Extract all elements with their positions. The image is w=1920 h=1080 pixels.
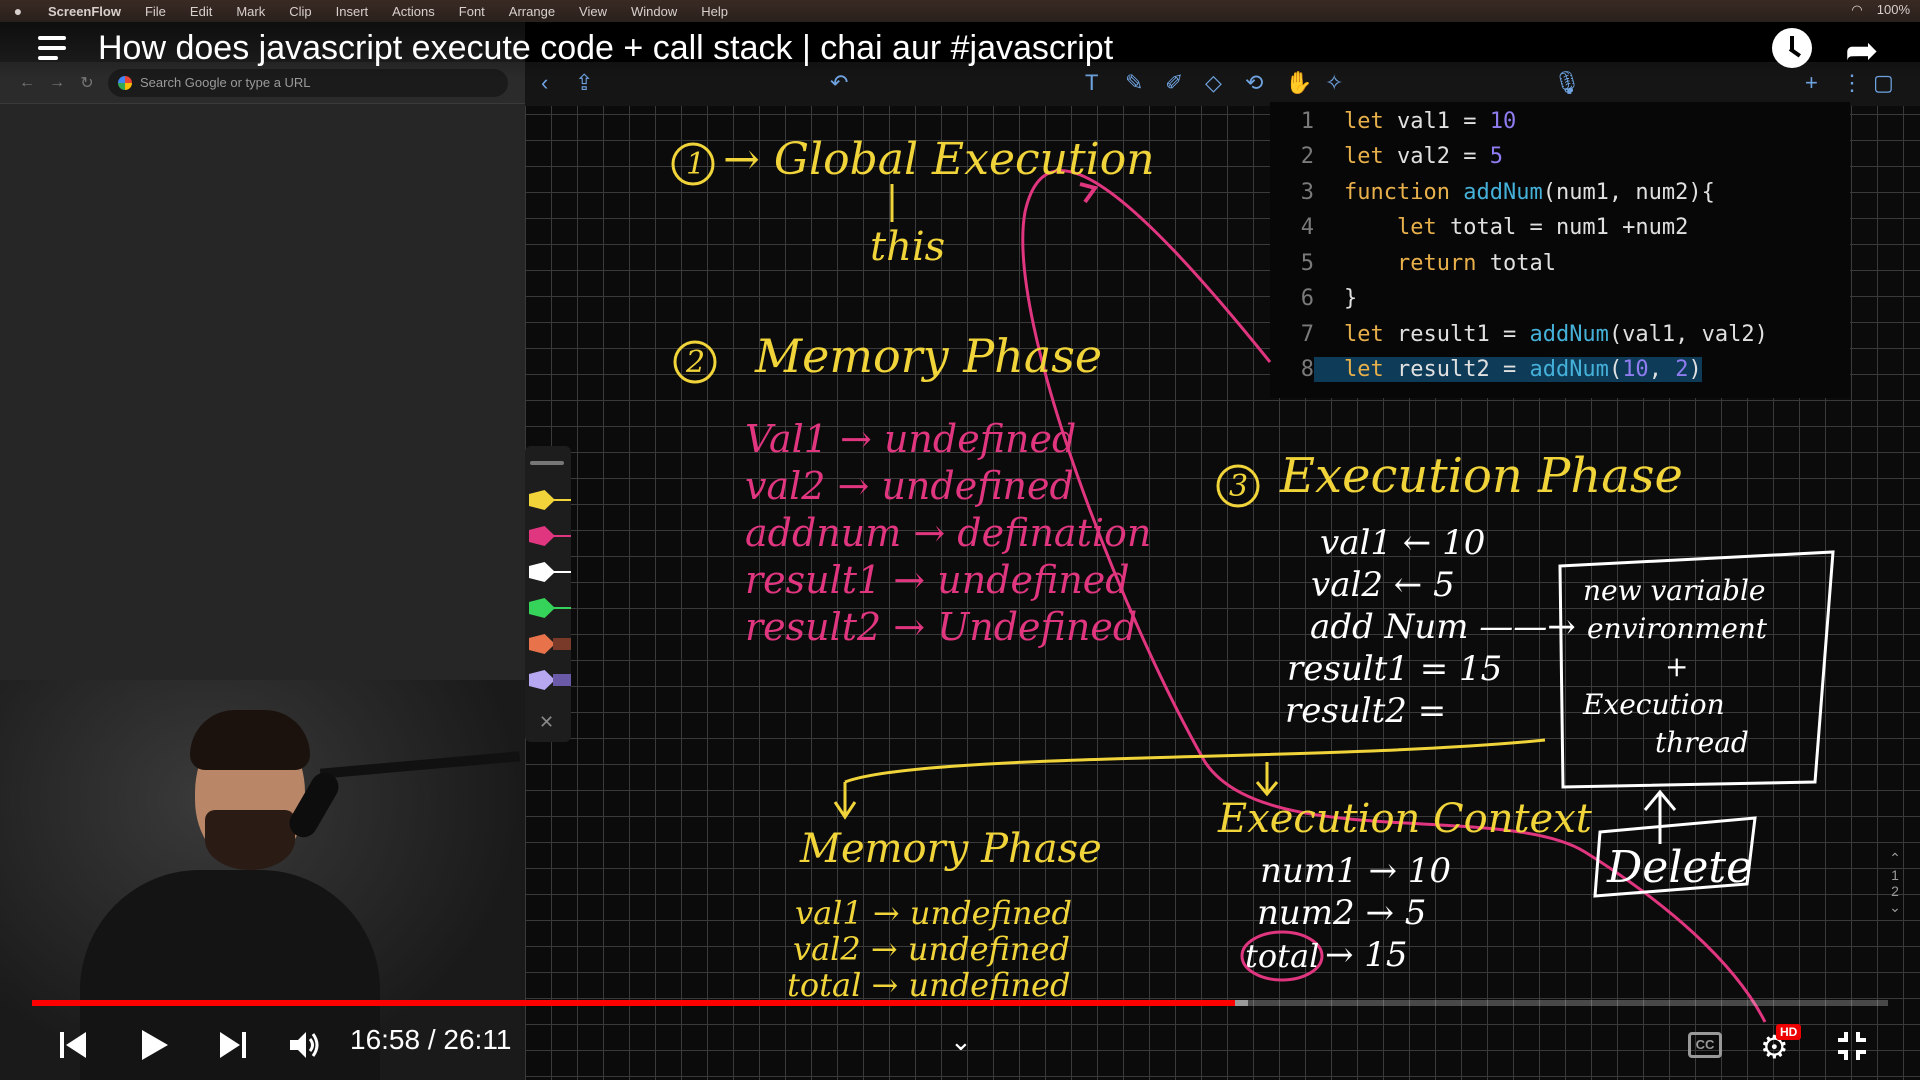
menu-item-arrange[interactable]: Arrange <box>497 4 567 19</box>
menu-item-actions[interactable]: Actions <box>380 4 447 19</box>
chevron-down-icon[interactable]: ⌄ <box>950 1026 972 1057</box>
menu-item-clip[interactable]: Clip <box>277 4 323 19</box>
hd-badge: HD <box>1776 1024 1802 1040</box>
this-label: this <box>870 224 945 270</box>
handwritten-notes: 1 → Global Execution this 2 Memory Phase… <box>671 134 1835 1023</box>
status-icons: ◠ 100% <box>1851 2 1910 18</box>
play-icon[interactable] <box>140 1028 170 1062</box>
execution-item: val2 ← 5 <box>1311 565 1455 605</box>
page-rail: ⌃ 12 ⌄ <box>1880 850 1910 916</box>
rail-down-icon[interactable]: ⌄ <box>1880 899 1910 916</box>
execution-item: result1 = 15 <box>1287 649 1502 689</box>
delete-label: Delete <box>1606 842 1752 893</box>
battery-indicator: 100% <box>1876 2 1910 17</box>
execution-item: result2 = <box>1285 691 1446 731</box>
step-3-number: 3 <box>1229 469 1248 504</box>
sub-memory-item: total → undefined <box>787 966 1070 1004</box>
video-title[interactable]: How does javascript execute code + call … <box>98 29 1113 68</box>
memory-item: addnum → defination <box>745 511 1151 555</box>
rail-up-icon[interactable]: ⌃ <box>1880 850 1910 867</box>
memory-phase-title: Memory Phase <box>754 329 1102 383</box>
video-title-bar: How does javascript execute code + call … <box>0 22 1920 78</box>
execution-item: val1 ← 10 <box>1320 523 1485 563</box>
captions-icon[interactable]: CC <box>1688 1032 1722 1058</box>
apple-icon[interactable]: ● <box>0 3 36 19</box>
share-arrow-icon[interactable]: ➦ <box>1845 28 1879 74</box>
rail-page[interactable]: 2 <box>1880 883 1910 899</box>
rail-page[interactable]: 1 <box>1880 867 1910 883</box>
context-item: num1 → 10 <box>1260 851 1451 891</box>
menu-item-file[interactable]: File <box>133 4 178 19</box>
box-text: new variable environment + Execution thread <box>1582 574 1768 759</box>
menu-bar: ● ScreenFlow File Edit Mark Clip Insert Action… <box>0 0 1920 22</box>
menu-item-window[interactable]: Window <box>619 4 689 19</box>
box-line: thread <box>1655 726 1749 759</box>
box-line: Execution <box>1582 688 1725 721</box>
context-item: num2 → 5 <box>1257 893 1426 933</box>
menu-item-screenflow[interactable]: ScreenFlow <box>36 4 133 19</box>
menu-item-font[interactable]: Font <box>447 4 497 19</box>
player-controls: 16:58 / 26:11 ⌄ CC ⚙ HD <box>0 1010 1920 1080</box>
presenter-hair <box>190 710 310 770</box>
exit-fullscreen-icon[interactable] <box>1836 1030 1868 1062</box>
execution-item: add Num ——→ <box>1310 607 1576 647</box>
context-item: → 15 <box>1325 935 1408 975</box>
volume-icon[interactable] <box>288 1030 322 1060</box>
played-bar <box>32 1000 1235 1006</box>
global-execution-label: → Global Execution <box>723 134 1155 185</box>
context-total-label: total <box>1245 937 1319 975</box>
menu-item-mark[interactable]: Mark <box>224 4 277 19</box>
memory-phase-list: Val1 → undefinedval2 → undefinedaddnum →… <box>745 417 1151 649</box>
menu-item-edit[interactable]: Edit <box>178 4 224 19</box>
next-icon[interactable] <box>218 1030 246 1060</box>
mic-arm <box>319 751 521 779</box>
playlist-menu-icon[interactable] <box>38 34 72 64</box>
previous-icon[interactable] <box>60 1030 88 1060</box>
step-2-number: 2 <box>685 345 705 380</box>
execution-context-title: Execution Context <box>1217 796 1593 842</box>
memory-item: val2 → undefined <box>745 464 1074 508</box>
wifi-icon[interactable]: ◠ <box>1851 2 1862 18</box>
watch-later-icon[interactable] <box>1772 28 1812 68</box>
box-line: + <box>1665 650 1688 683</box>
execution-phase-title: Execution Phase <box>1279 448 1683 504</box>
box-line: new variable <box>1583 574 1765 607</box>
sub-memory-item: val1 → undefined <box>795 894 1072 932</box>
sub-memory-phase-title: Memory Phase <box>799 826 1102 872</box>
memory-item: result1 → undefined <box>745 558 1130 602</box>
menu-item-insert[interactable]: Insert <box>324 4 381 19</box>
pink-arrowhead <box>1079 182 1099 204</box>
memory-item: Val1 → undefined <box>745 417 1076 461</box>
time-display: 16:58 / 26:11 <box>350 1024 512 1055</box>
menu-item-help[interactable]: Help <box>689 4 740 19</box>
sub-memory-item: val2 → undefined <box>793 930 1070 968</box>
presenter-beard <box>205 810 295 870</box>
menu-item-view[interactable]: View <box>567 4 619 19</box>
memory-item: result2 → Undefined <box>745 605 1137 649</box>
execution-phase-list: val1 ← 10val2 ← 5add Num ——→result1 = 15… <box>1285 523 1576 731</box>
sub-memory-phase-list: val1 → undefinedval2 → undefinedtotal → … <box>787 894 1072 1004</box>
box-line: environment <box>1587 612 1768 645</box>
step-1-number: 1 <box>686 147 705 182</box>
progress-bar[interactable] <box>32 1000 1888 1006</box>
